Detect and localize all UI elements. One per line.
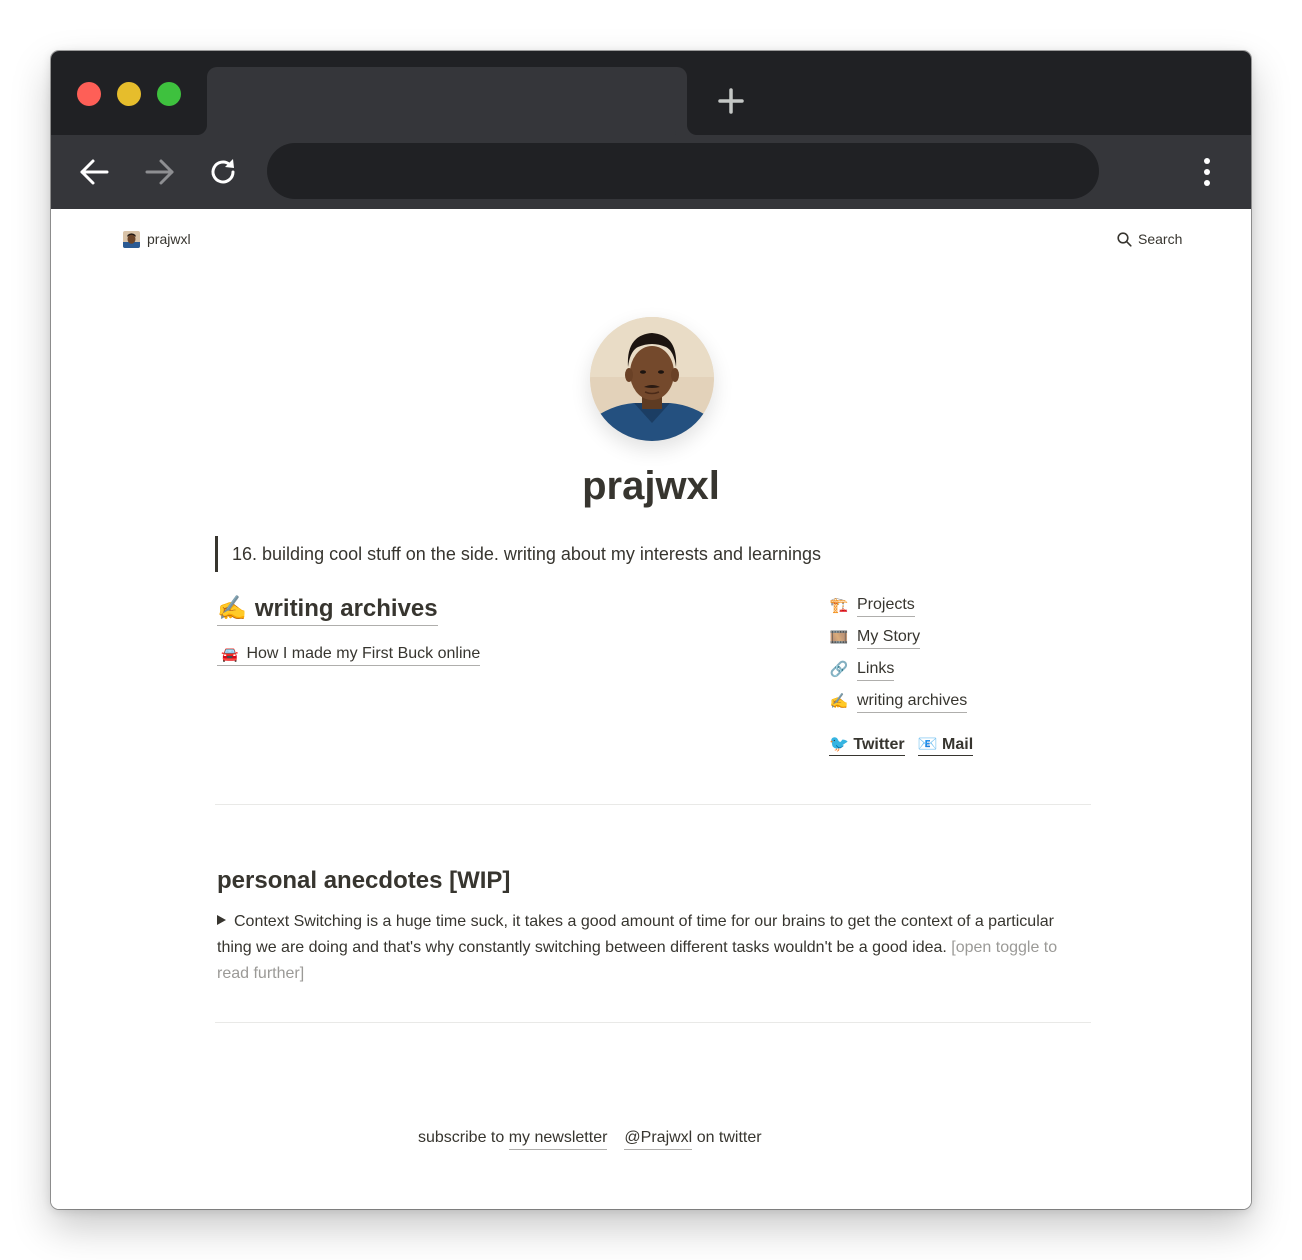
nav-item-label: writing archives: [857, 690, 968, 713]
construction-icon: 🏗️: [829, 597, 849, 614]
site-home-link[interactable]: prajwxl: [123, 230, 191, 248]
nav-item-writing-archives[interactable]: ✍️ writing archives: [829, 689, 968, 713]
toggle-arrow-icon[interactable]: [217, 915, 226, 925]
more-vertical-icon[interactable]: [1191, 155, 1223, 189]
social-links: 🐦 Twitter 📧 Mail: [829, 735, 986, 756]
post-title: How I made my First Buck online: [246, 645, 481, 662]
newsletter-link[interactable]: my newsletter: [508, 1127, 608, 1150]
film-frames-icon: 🎞️: [829, 629, 849, 646]
search-button[interactable]: Search: [1117, 230, 1182, 248]
browser-window: prajwxl Search prajwxl 16. building cool…: [51, 51, 1251, 1209]
writing-archives-link[interactable]: ✍️ writing archives: [217, 593, 438, 626]
divider: [215, 804, 1091, 805]
footer-prefix: subscribe to: [418, 1129, 505, 1146]
nav-item-my-story[interactable]: 🎞️ My Story: [829, 625, 921, 649]
page-title: prajwxl: [582, 464, 720, 508]
twitter-handle-link[interactable]: @Prajwxl: [624, 1127, 693, 1150]
search-label: Search: [1138, 231, 1183, 247]
nav-item-label: Links: [857, 658, 895, 681]
nav-item-projects[interactable]: 🏗️ Projects: [829, 593, 915, 617]
nav-item-label: My Story: [857, 626, 921, 649]
post-link[interactable]: 🚘 How I made my First Buck online: [217, 643, 481, 666]
browser-tab[interactable]: [207, 67, 687, 135]
site-name: prajwxl: [147, 231, 191, 247]
twitter-link[interactable]: 🐦 Twitter: [829, 735, 905, 756]
profile-avatar: [590, 317, 714, 441]
maximize-window-button[interactable]: [157, 82, 181, 106]
plus-icon[interactable]: [715, 85, 747, 117]
writing-archives-label: writing archives: [254, 595, 438, 622]
footer-twitter-suffix: on twitter: [696, 1129, 762, 1146]
mail-icon: 📧: [917, 736, 938, 753]
arrow-left-icon[interactable]: [78, 155, 112, 189]
writing-hand-icon: ✍️: [829, 693, 849, 710]
car-icon: 🚘: [221, 646, 239, 662]
page-content: prajwxl Search prajwxl 16. building cool…: [51, 209, 1251, 1209]
browser-toolbar: [51, 135, 1251, 209]
arrow-right-icon[interactable]: [142, 155, 176, 189]
anecdote-toggle[interactable]: Context Switching is a huge time suck, i…: [217, 909, 1077, 987]
writing-hand-icon: ✍️: [217, 595, 247, 622]
browser-titlebar: [51, 51, 1251, 135]
anecdote-text: Context Switching is a huge time suck, i…: [217, 913, 1054, 956]
search-icon: [1117, 231, 1132, 247]
twitter-label: Twitter: [853, 736, 905, 753]
mail-link[interactable]: 📧 Mail: [917, 735, 974, 756]
link-icon: 🔗: [829, 661, 849, 678]
address-bar-input[interactable]: [267, 143, 1099, 199]
footer: subscribe to my newsletter @Prajwxl on tw…: [418, 1127, 762, 1150]
avatar-icon: [123, 230, 140, 248]
bird-icon: 🐦: [829, 736, 849, 753]
bio-quote: 16. building cool stuff on the side. wri…: [215, 536, 1095, 572]
reload-icon[interactable]: [206, 155, 240, 189]
divider: [215, 1022, 1091, 1023]
close-window-button[interactable]: [77, 82, 101, 106]
nav-item-label: Projects: [857, 594, 915, 617]
anecdotes-heading: personal anecdotes [WIP]: [217, 867, 511, 894]
minimize-window-button[interactable]: [117, 82, 141, 106]
nav-item-links[interactable]: 🔗 Links: [829, 657, 895, 681]
mail-label: Mail: [942, 736, 974, 753]
